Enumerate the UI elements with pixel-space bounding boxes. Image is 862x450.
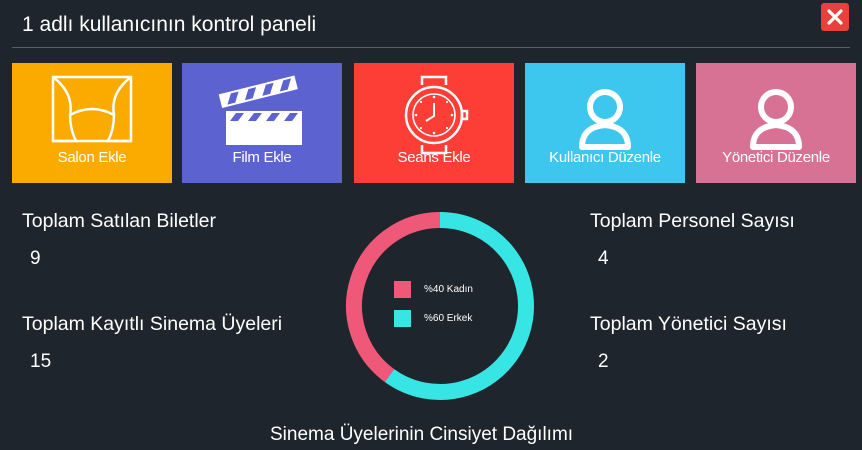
header-divider (12, 47, 850, 48)
tile-label: Kullanıcı Düzenle (549, 149, 661, 166)
legend-swatch-erkek (394, 310, 411, 327)
tile-label: Seans Ekle (397, 149, 471, 166)
total-admins-value: 2 (598, 351, 609, 372)
legend-swatch-kadin (394, 281, 411, 298)
film-ekle-button[interactable]: Film Ekle (182, 63, 342, 183)
yonetici-duzenle-button[interactable]: Yönetici Düzenle (696, 63, 856, 183)
kullanici-duzenle-button[interactable]: Kullanıcı Düzenle (525, 63, 685, 183)
tile-label: Film Ekle (232, 149, 292, 166)
total-members-value: 15 (30, 351, 52, 372)
salon-ekle-button[interactable]: Salon Ekle (12, 63, 172, 183)
gender-donut-chart (346, 212, 534, 400)
total-members-label: Toplam Kayıtlı Sinema Üyeleri (22, 313, 283, 335)
total-admins-label: Toplam Yönetici Sayısı (590, 313, 787, 335)
chart-title: Sinema Üyelerinin Cinsiyet Dağılımı (270, 424, 574, 445)
close-icon (827, 9, 843, 25)
donut-slice-1 (384, 212, 534, 400)
seans-ekle-button[interactable]: Seans Ekle (354, 63, 514, 183)
close-button[interactable] (821, 3, 849, 31)
window-title: 1 adlı kullanıcının kontrol paneli (22, 13, 317, 36)
total-staff-label: Toplam Personel Sayısı (590, 210, 795, 232)
total-tickets-value: 9 (30, 248, 41, 269)
tile-label: Yönetici Düzenle (722, 149, 830, 166)
total-tickets-label: Toplam Satılan Biletler (22, 210, 217, 232)
total-staff-value: 4 (598, 248, 609, 269)
tile-label: Salon Ekle (57, 149, 127, 166)
legend-label-erkek: %60 Erkek (424, 313, 473, 324)
legend-label-kadin: %40 Kadın (424, 284, 473, 295)
